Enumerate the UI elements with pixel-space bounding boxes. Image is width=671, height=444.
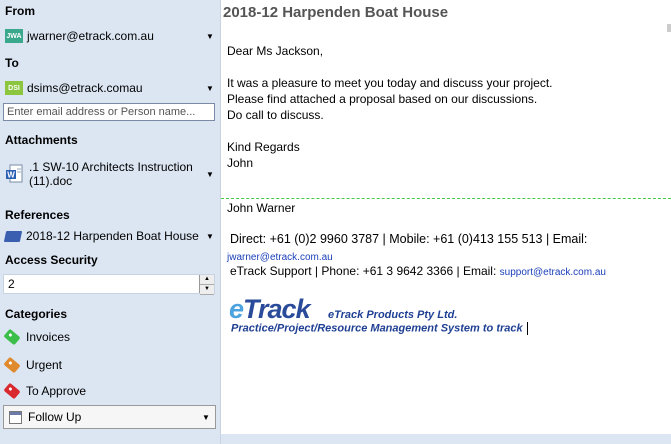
calendar-icon <box>9 410 22 424</box>
folder-icon <box>3 230 23 242</box>
to-field[interactable]: DSI dsims@etrack.comau ▼ <box>5 78 215 98</box>
access-security-value[interactable]: 2 <box>4 277 199 291</box>
follow-up-label: Follow Up <box>28 410 82 424</box>
from-label: From <box>5 4 35 18</box>
category-label: Urgent <box>26 358 63 372</box>
to-avatar: DSI <box>5 81 23 95</box>
signoff: John <box>227 156 254 170</box>
from-email: jwarner@etrack.com.au <box>27 29 154 43</box>
email-address-input[interactable] <box>3 103 215 121</box>
category-label: To Approve <box>26 384 87 398</box>
stepper-down-icon[interactable]: ▼ <box>200 285 214 295</box>
signature-support: eTrack Support | Phone: +61 3 9642 3366 … <box>230 264 606 278</box>
chevron-down-icon[interactable]: ▼ <box>205 32 215 41</box>
scrollbar[interactable] <box>667 24 671 32</box>
tag-icon <box>3 356 21 374</box>
word-doc-icon: W <box>5 164 23 184</box>
body-line: It was a pleasure to meet you today and … <box>227 76 553 90</box>
tag-icon <box>3 382 21 400</box>
category-invoices[interactable]: Invoices <box>3 327 215 347</box>
chevron-down-icon[interactable]: ▼ <box>205 170 215 179</box>
references-label: References <box>5 208 70 222</box>
category-label: Invoices <box>26 330 71 344</box>
closing: Kind Regards <box>227 140 300 154</box>
message-subject[interactable]: 2018-12 Harpenden Boat House <box>223 4 448 21</box>
body-line: Do call to discuss. <box>227 108 324 122</box>
support-text: eTrack Support | Phone: +61 3 9642 3366 … <box>230 264 497 278</box>
message-pane: 2018-12 Harpenden Boat House Dear Ms Jac… <box>221 0 671 444</box>
company-tagline: Practice/Project/Resource Management Sys… <box>231 322 528 335</box>
tag-icon <box>3 328 21 346</box>
attachment-item[interactable]: W .1 SW-10 Architects Instruction (11).d… <box>5 157 215 191</box>
chevron-down-icon[interactable]: ▼ <box>201 413 211 422</box>
sidebar: From JWA jwarner@etrack.com.au ▼ To DSI … <box>0 0 221 444</box>
greeting: Dear Ms Jackson, <box>227 44 324 58</box>
attachment-name: .1 SW-10 Architects Instruction (11).doc <box>29 160 193 188</box>
attachments-label: Attachments <box>5 133 78 147</box>
bottom-bar <box>221 434 671 444</box>
text-cursor <box>526 322 528 335</box>
category-urgent[interactable]: Urgent <box>3 355 215 375</box>
svg-text:W: W <box>7 171 15 180</box>
reference-item[interactable]: 2018-12 Harpenden Boat House ▼ <box>3 227 215 245</box>
categories-label: Categories <box>5 307 68 321</box>
support-email-link[interactable]: support@etrack.com.au <box>500 267 606 278</box>
access-security-label: Access Security <box>5 253 98 267</box>
company-name: eTrack Products Pty Ltd. <box>328 309 458 321</box>
signature-name: John Warner <box>227 201 296 215</box>
from-avatar: JWA <box>5 29 23 43</box>
signature-divider <box>221 198 671 199</box>
etrack-logo: eTrack <box>229 294 311 324</box>
message-body[interactable]: Dear Ms Jackson, It was a pleasure to me… <box>227 43 553 171</box>
follow-up-dropdown[interactable]: Follow Up ▼ <box>3 405 216 429</box>
category-to-approve[interactable]: To Approve <box>3 381 215 401</box>
reference-name: 2018-12 Harpenden Boat House <box>26 229 199 243</box>
from-field[interactable]: JWA jwarner@etrack.com.au ▼ <box>5 26 215 46</box>
access-security-stepper[interactable]: 2 ▲ ▼ <box>3 274 215 295</box>
body-line: Please find attached a proposal based on… <box>227 92 538 106</box>
signature-email-link[interactable]: jwarner@etrack.com.au <box>227 249 333 263</box>
to-email: dsims@etrack.comau <box>27 81 143 95</box>
chevron-down-icon[interactable]: ▼ <box>205 232 215 241</box>
chevron-down-icon[interactable]: ▼ <box>205 84 215 93</box>
signature-contact: Direct: +61 (0)2 9960 3787 | Mobile: +61… <box>230 232 588 246</box>
email-link[interactable]: jwarner@etrack.com.au <box>227 252 333 263</box>
stepper-up-icon[interactable]: ▲ <box>200 275 214 285</box>
to-label: To <box>5 56 19 70</box>
